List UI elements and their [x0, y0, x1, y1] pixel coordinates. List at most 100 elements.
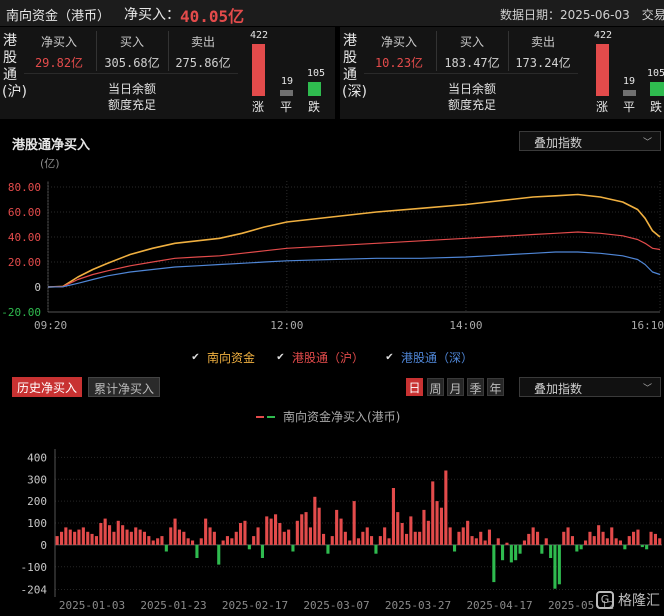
bar: [518, 544, 522, 554]
x-tick-label: 2025-01-23: [140, 599, 206, 612]
bar: [177, 529, 181, 545]
bar: [317, 507, 321, 545]
bar: [505, 542, 509, 545]
sell-header: 卖出: [530, 35, 555, 49]
x-tick-label: 2025-03-27: [385, 599, 451, 612]
period-year[interactable]: 年: [487, 378, 504, 396]
overlay-index-dropdown[interactable]: 叠加指数 ﹀: [519, 377, 661, 397]
period-quarter[interactable]: 季: [467, 378, 484, 396]
bar: [291, 544, 295, 552]
page-title: 南向资金（港币）: [6, 9, 111, 24]
y-unit-label: (亿): [40, 157, 60, 170]
tab-daily-net-buy[interactable]: 历史净买入: [12, 377, 83, 397]
panel-hgt-sz: 港股通(深) 净买入 10.23亿 买入 183.47亿 卖出 173.24亿 …: [340, 27, 664, 119]
bar: [77, 529, 81, 545]
bar: [418, 531, 422, 545]
buy-value: 183.47亿: [444, 56, 500, 70]
bar: [610, 527, 614, 545]
sell-cell: 卖出 173.24亿: [510, 33, 576, 71]
y-tick-label: 80.00: [8, 181, 41, 194]
up-label: 涨: [596, 100, 609, 114]
down-count: 105: [647, 68, 664, 79]
period-day[interactable]: 日: [406, 378, 423, 396]
period-month[interactable]: 月: [447, 378, 464, 396]
bar: [191, 540, 195, 545]
bar: [221, 540, 225, 545]
bar: [282, 531, 286, 545]
bar: [94, 536, 98, 545]
chevron-down-icon: ﹀: [642, 384, 652, 394]
y-tick-label: 0: [40, 539, 47, 552]
legend-item-sh[interactable]: ✔ 港股通（沪）: [275, 349, 364, 366]
y-tick-label: -20.00: [1, 306, 41, 319]
balance-line: 当日余额: [107, 82, 156, 96]
bar: [348, 540, 352, 545]
bar: [584, 540, 588, 545]
logo-icon: G: [596, 591, 614, 609]
y-tick-label: -100: [21, 561, 48, 574]
panel-side-label: 港股通(深): [342, 33, 367, 100]
bar: [483, 540, 487, 545]
bar: [234, 531, 238, 545]
bar: [426, 520, 430, 545]
bar: [653, 533, 657, 545]
bar: [378, 536, 382, 545]
watermark: G 格隆汇: [596, 590, 660, 610]
bar: [457, 531, 461, 545]
bar: [64, 527, 68, 545]
bar: [370, 536, 374, 545]
legend-item-sz[interactable]: ✔ 港股通（深）: [384, 349, 473, 366]
legend-swatch-down: [267, 415, 275, 418]
bar: [487, 529, 491, 545]
bar: [112, 531, 116, 545]
series-line: [47, 251, 661, 288]
bar: [649, 531, 653, 545]
bar: [73, 531, 77, 545]
checkbox-icon[interactable]: ✔: [384, 352, 395, 363]
bar: [601, 531, 605, 545]
bar: [147, 536, 151, 545]
flat-label: 平: [280, 100, 293, 114]
y-tick-label: 40.00: [8, 231, 41, 244]
bar: [326, 544, 330, 554]
bar: [343, 531, 347, 545]
bar: [121, 525, 125, 545]
bar: [260, 544, 264, 558]
bar: [356, 538, 360, 545]
bar: [645, 544, 649, 550]
tab-cumulative-net-buy[interactable]: 累计净买入: [88, 377, 161, 397]
bar: [361, 531, 365, 545]
bar: [295, 520, 299, 545]
bar: [391, 488, 395, 545]
bar: [588, 531, 592, 545]
bar: [632, 531, 636, 545]
checkbox-icon[interactable]: ✔: [190, 352, 201, 363]
bar: [339, 518, 343, 545]
advance-decline: 422 19 105 涨 平 跌: [592, 27, 664, 119]
buy-value: 305.68亿: [104, 56, 160, 70]
bar: [164, 544, 168, 552]
bar: [134, 527, 138, 545]
bar: [501, 544, 505, 561]
y-tick-label: 20.00: [8, 256, 41, 269]
bar: [308, 527, 312, 545]
bar: [313, 496, 317, 545]
bar: [186, 538, 190, 545]
bar: [474, 538, 478, 545]
net-buy-cell: 净买入 10.23亿: [366, 33, 432, 71]
legend-item-south[interactable]: ✔ 南向资金: [190, 349, 255, 366]
bar: [562, 531, 566, 545]
bar: [400, 523, 404, 545]
period-week[interactable]: 周: [427, 378, 444, 396]
net-buy-header: 净买入: [40, 35, 77, 49]
bar: [544, 538, 548, 545]
checkbox-icon[interactable]: ✔: [275, 352, 286, 363]
quota-line: 额度充足: [107, 98, 156, 112]
bar: [199, 538, 203, 545]
bar: [479, 531, 483, 545]
bar: [405, 533, 409, 545]
legend-label: 港股通（深）: [401, 351, 474, 365]
bar: [125, 529, 129, 545]
bar: [553, 544, 557, 589]
net-buy-value: 29.82亿: [34, 56, 84, 70]
